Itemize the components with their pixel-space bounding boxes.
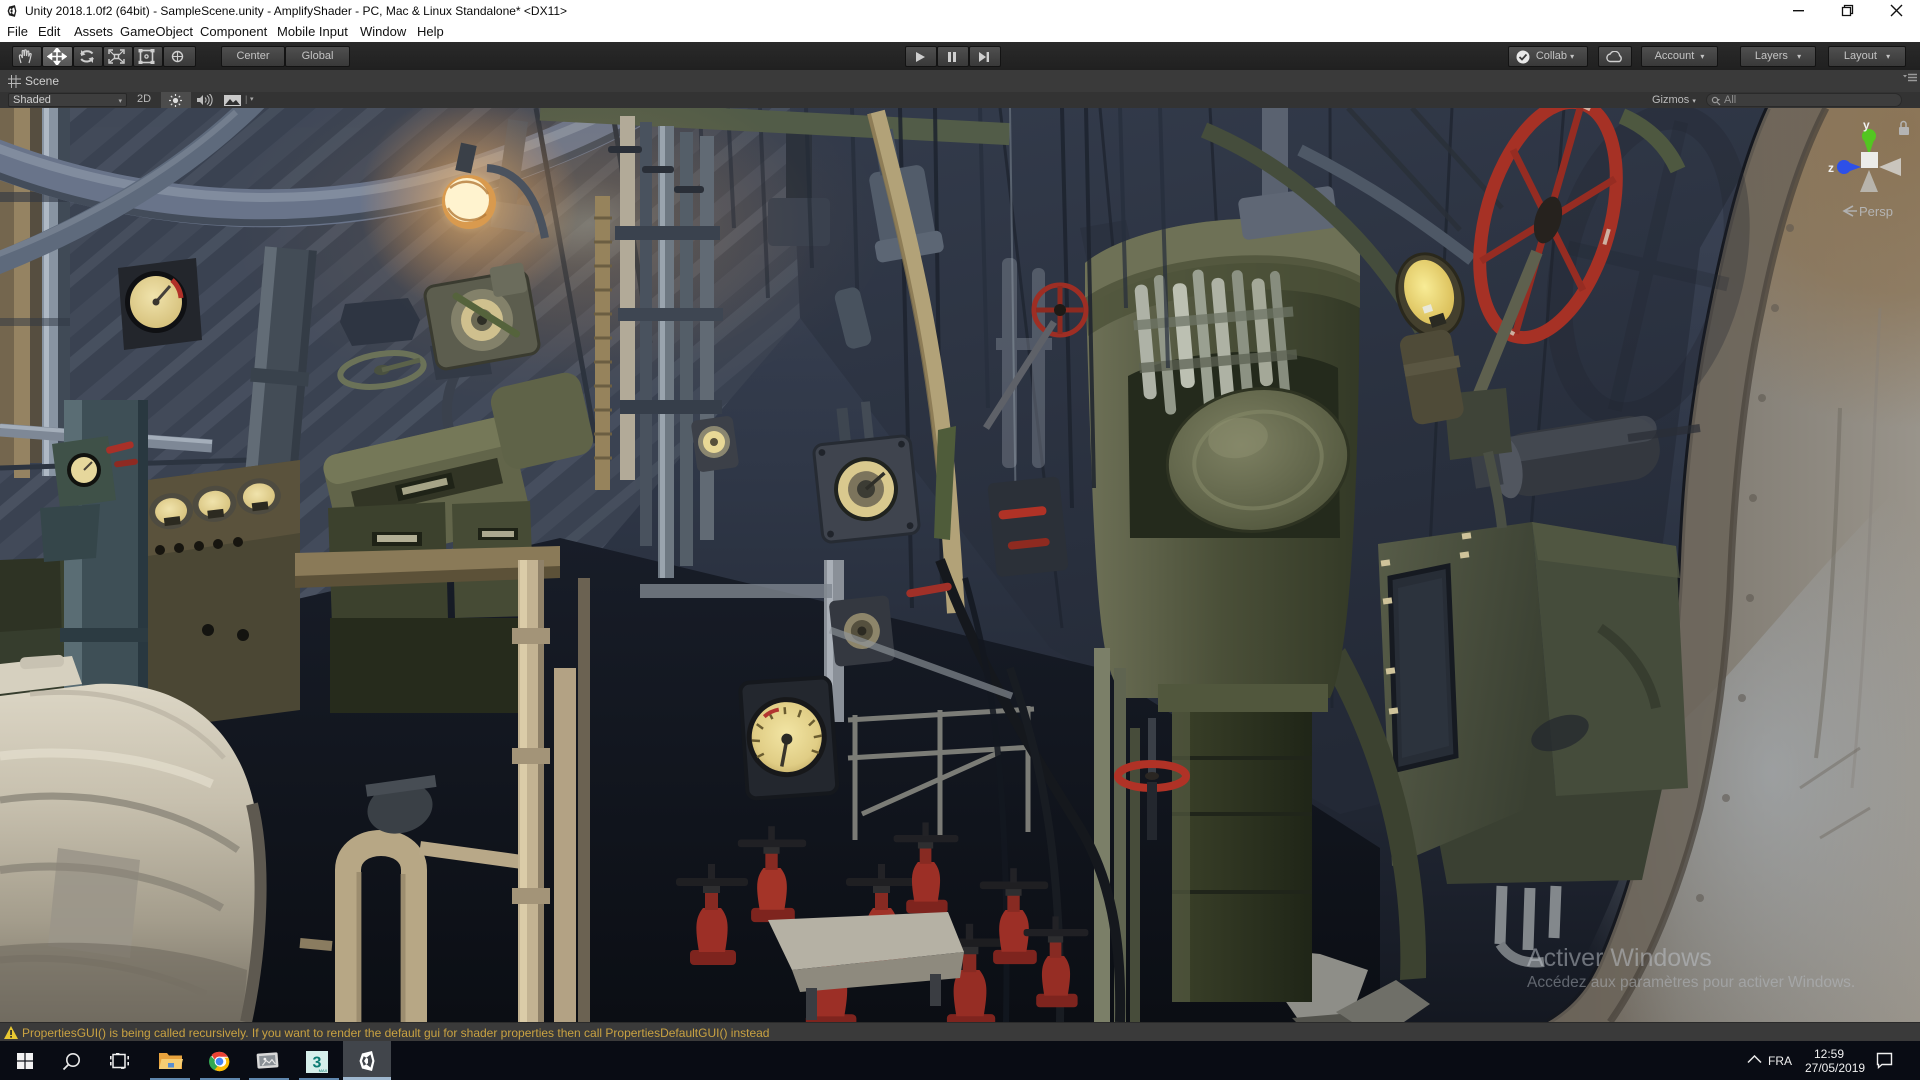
svg-text:Activer Windows: Activer Windows <box>1527 944 1712 972</box>
svg-text:z: z <box>1828 161 1834 175</box>
svg-text:Persp: Persp <box>1859 204 1893 219</box>
svg-text:y: y <box>1863 118 1870 132</box>
svg-text:MAX: MAX <box>319 1068 328 1073</box>
svg-text:Accédez aux paramètres pour ac: Accédez aux paramètres pour activer Wind… <box>1527 974 1855 991</box>
